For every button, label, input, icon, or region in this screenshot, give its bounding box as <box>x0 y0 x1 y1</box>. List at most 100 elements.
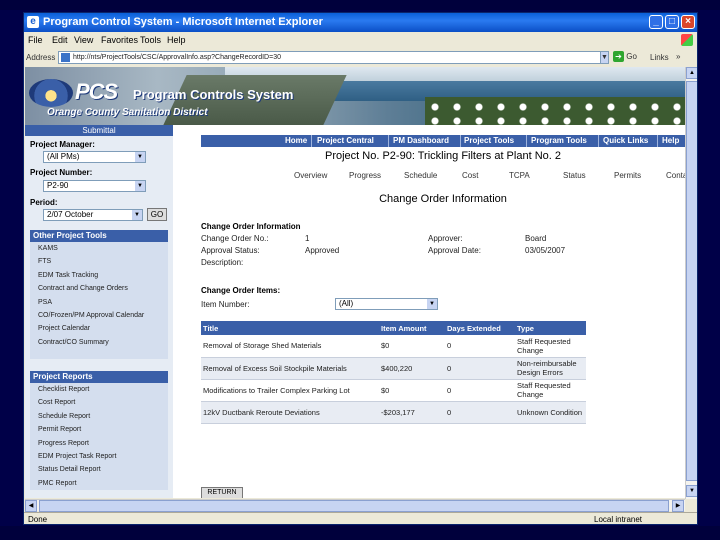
project-manager-label: Project Manager: <box>30 140 95 149</box>
period-label: Period: <box>30 198 58 207</box>
extensions-icon[interactable]: » <box>676 52 680 61</box>
item-number-label: Item Number: <box>201 300 250 309</box>
project-number-select[interactable]: P2-90 ▼ <box>43 180 146 192</box>
table-row[interactable]: 12kV Ductbank Reroute Deviations -$203,1… <box>201 401 586 424</box>
tool-link[interactable]: FTS <box>30 255 168 268</box>
nav-quick-links[interactable]: Quick Links <box>603 136 648 145</box>
vertical-scrollbar[interactable]: ▲ ▼ <box>685 67 697 499</box>
top-navigation: Home Project Central PM Dashboard Projec… <box>201 135 685 147</box>
menu-tools[interactable]: Tools <box>140 35 161 45</box>
nav-program-tools[interactable]: Program Tools <box>531 136 587 145</box>
menu-favorites[interactable]: Favorites <box>101 35 138 45</box>
col-type: Type <box>515 321 586 335</box>
report-link[interactable]: Schedule Report <box>30 410 168 423</box>
menu-file[interactable]: File <box>28 35 43 45</box>
report-link[interactable]: PMC Report <box>30 477 168 490</box>
cell-type: Staff Requested Change <box>515 335 586 358</box>
cell-days: 0 <box>445 379 515 402</box>
scroll-right-icon[interactable]: ▶ <box>672 500 684 512</box>
subnav-progress[interactable]: Progress <box>349 171 381 180</box>
report-link[interactable]: EDM Project Task Report <box>30 450 168 463</box>
cell-title[interactable]: Removal of Excess Soil Stockpile Materia… <box>201 357 379 380</box>
subnav-contacts[interactable]: Contacts <box>666 171 685 180</box>
page-icon <box>61 53 70 62</box>
tool-link[interactable]: Contract/CO Summary <box>30 336 168 349</box>
tool-link[interactable]: Contract and Change Orders <box>30 282 168 295</box>
status-text: Done <box>28 515 48 524</box>
cell-title[interactable]: Modifications to Trailer Complex Parking… <box>201 379 379 402</box>
go-button[interactable]: ➔ Go <box>613 51 641 64</box>
scroll-up-icon[interactable]: ▲ <box>686 67 697 79</box>
address-label: Address <box>26 53 56 62</box>
co-items-section-label: Change Order Items: <box>201 286 281 295</box>
submittal-header[interactable]: Submittal <box>25 125 173 136</box>
subnav-overview[interactable]: Overview <box>294 171 327 180</box>
tool-link[interactable]: EDM Task Tracking <box>30 269 168 282</box>
subnav-schedule[interactable]: Schedule <box>404 171 437 180</box>
cell-days: 0 <box>445 401 515 424</box>
horizontal-scrollbar[interactable]: ◀ ▶ <box>25 499 685 512</box>
cell-days: 0 <box>445 335 515 358</box>
subnav-cost[interactable]: Cost <box>462 171 478 180</box>
period-select[interactable]: 2/07 October ▼ <box>43 209 143 221</box>
header-banner: PCS Program Controls System Orange Count… <box>25 67 685 125</box>
cell-amount: $400,220 <box>379 357 445 380</box>
tool-link[interactable]: CO/Frozen/PM Approval Calendar <box>30 309 168 322</box>
scroll-left-icon[interactable]: ◀ <box>25 500 37 512</box>
menu-edit[interactable]: Edit <box>52 35 68 45</box>
nav-home[interactable]: Home <box>285 136 307 145</box>
scroll-down-icon[interactable]: ▼ <box>686 485 697 497</box>
subnav-status[interactable]: Status <box>563 171 586 180</box>
banner-flowers <box>425 97 685 125</box>
menu-help[interactable]: Help <box>167 35 186 45</box>
nav-project-tools[interactable]: Project Tools <box>464 136 514 145</box>
tool-link[interactable]: KAMS <box>30 242 168 255</box>
project-reports-header: Project Reports <box>30 371 168 383</box>
cell-amount: $0 <box>379 335 445 358</box>
report-link[interactable]: Permit Report <box>30 423 168 436</box>
approval-status-label: Approval Status: <box>201 246 260 255</box>
nav-help[interactable]: Help <box>662 136 679 145</box>
subnav-tcpa[interactable]: TCPA <box>509 171 530 180</box>
approver-value: Board <box>525 234 547 243</box>
project-reports-panel: Project Reports Checklist Report Cost Re… <box>30 371 168 491</box>
description-label: Description: <box>201 258 244 267</box>
vertical-scroll-thumb[interactable] <box>686 81 697 481</box>
report-link[interactable]: Cost Report <box>30 396 168 409</box>
cell-type: Non-reimbursable Design Errors <box>515 357 586 380</box>
table-row[interactable]: Modifications to Trailer Complex Parking… <box>201 379 586 402</box>
subnav-permits[interactable]: Permits <box>614 171 641 180</box>
cell-title[interactable]: Removal of Storage Shed Materials <box>201 335 379 358</box>
report-link[interactable]: Checklist Report <box>30 383 168 396</box>
return-button[interactable]: RETURN <box>201 487 243 498</box>
horizontal-scroll-thumb[interactable] <box>39 500 669 512</box>
co-info-section-label: Change Order Information <box>201 222 301 231</box>
table-row[interactable]: Removal of Excess Soil Stockpile Materia… <box>201 357 586 380</box>
cell-type: Unknown Condition <box>515 401 586 424</box>
maximize-button[interactable]: □ <box>665 15 679 29</box>
tool-link[interactable]: Project Calendar <box>30 322 168 335</box>
pcs-logo[interactable]: PCS Program Controls System Orange Count… <box>27 75 293 121</box>
page-viewport: PCS Program Controls System Orange Count… <box>25 67 685 498</box>
tool-link[interactable]: PSA <box>30 296 168 309</box>
ie-icon: e <box>27 16 39 28</box>
col-days-extended: Days Extended <box>445 321 515 335</box>
item-number-select[interactable]: (All) ▼ <box>335 298 438 310</box>
table-row[interactable]: Removal of Storage Shed Materials $0 0 S… <box>201 335 586 358</box>
cell-days: 0 <box>445 357 515 380</box>
nav-pm-dashboard[interactable]: PM Dashboard <box>393 136 449 145</box>
menu-view[interactable]: View <box>74 35 93 45</box>
minimize-button[interactable]: _ <box>649 15 663 29</box>
report-link[interactable]: Progress Report <box>30 437 168 450</box>
close-button[interactable]: × <box>681 15 695 29</box>
top-band <box>0 0 720 10</box>
address-dropdown-icon[interactable]: ▼ <box>600 51 609 64</box>
period-go-button[interactable]: GO <box>147 208 167 221</box>
project-manager-select[interactable]: (All PMs) ▼ <box>43 151 146 163</box>
cell-title[interactable]: 12kV Ductbank Reroute Deviations <box>201 401 379 424</box>
links-button[interactable]: Links <box>650 53 669 62</box>
address-input[interactable]: http://nts/ProjectTools/CSC/ApprovalInfo… <box>58 51 608 64</box>
menu-bar: File Edit View Favorites Tools Help <box>24 33 697 48</box>
report-link[interactable]: Status Detail Report <box>30 463 168 476</box>
nav-project-central[interactable]: Project Central <box>317 136 374 145</box>
